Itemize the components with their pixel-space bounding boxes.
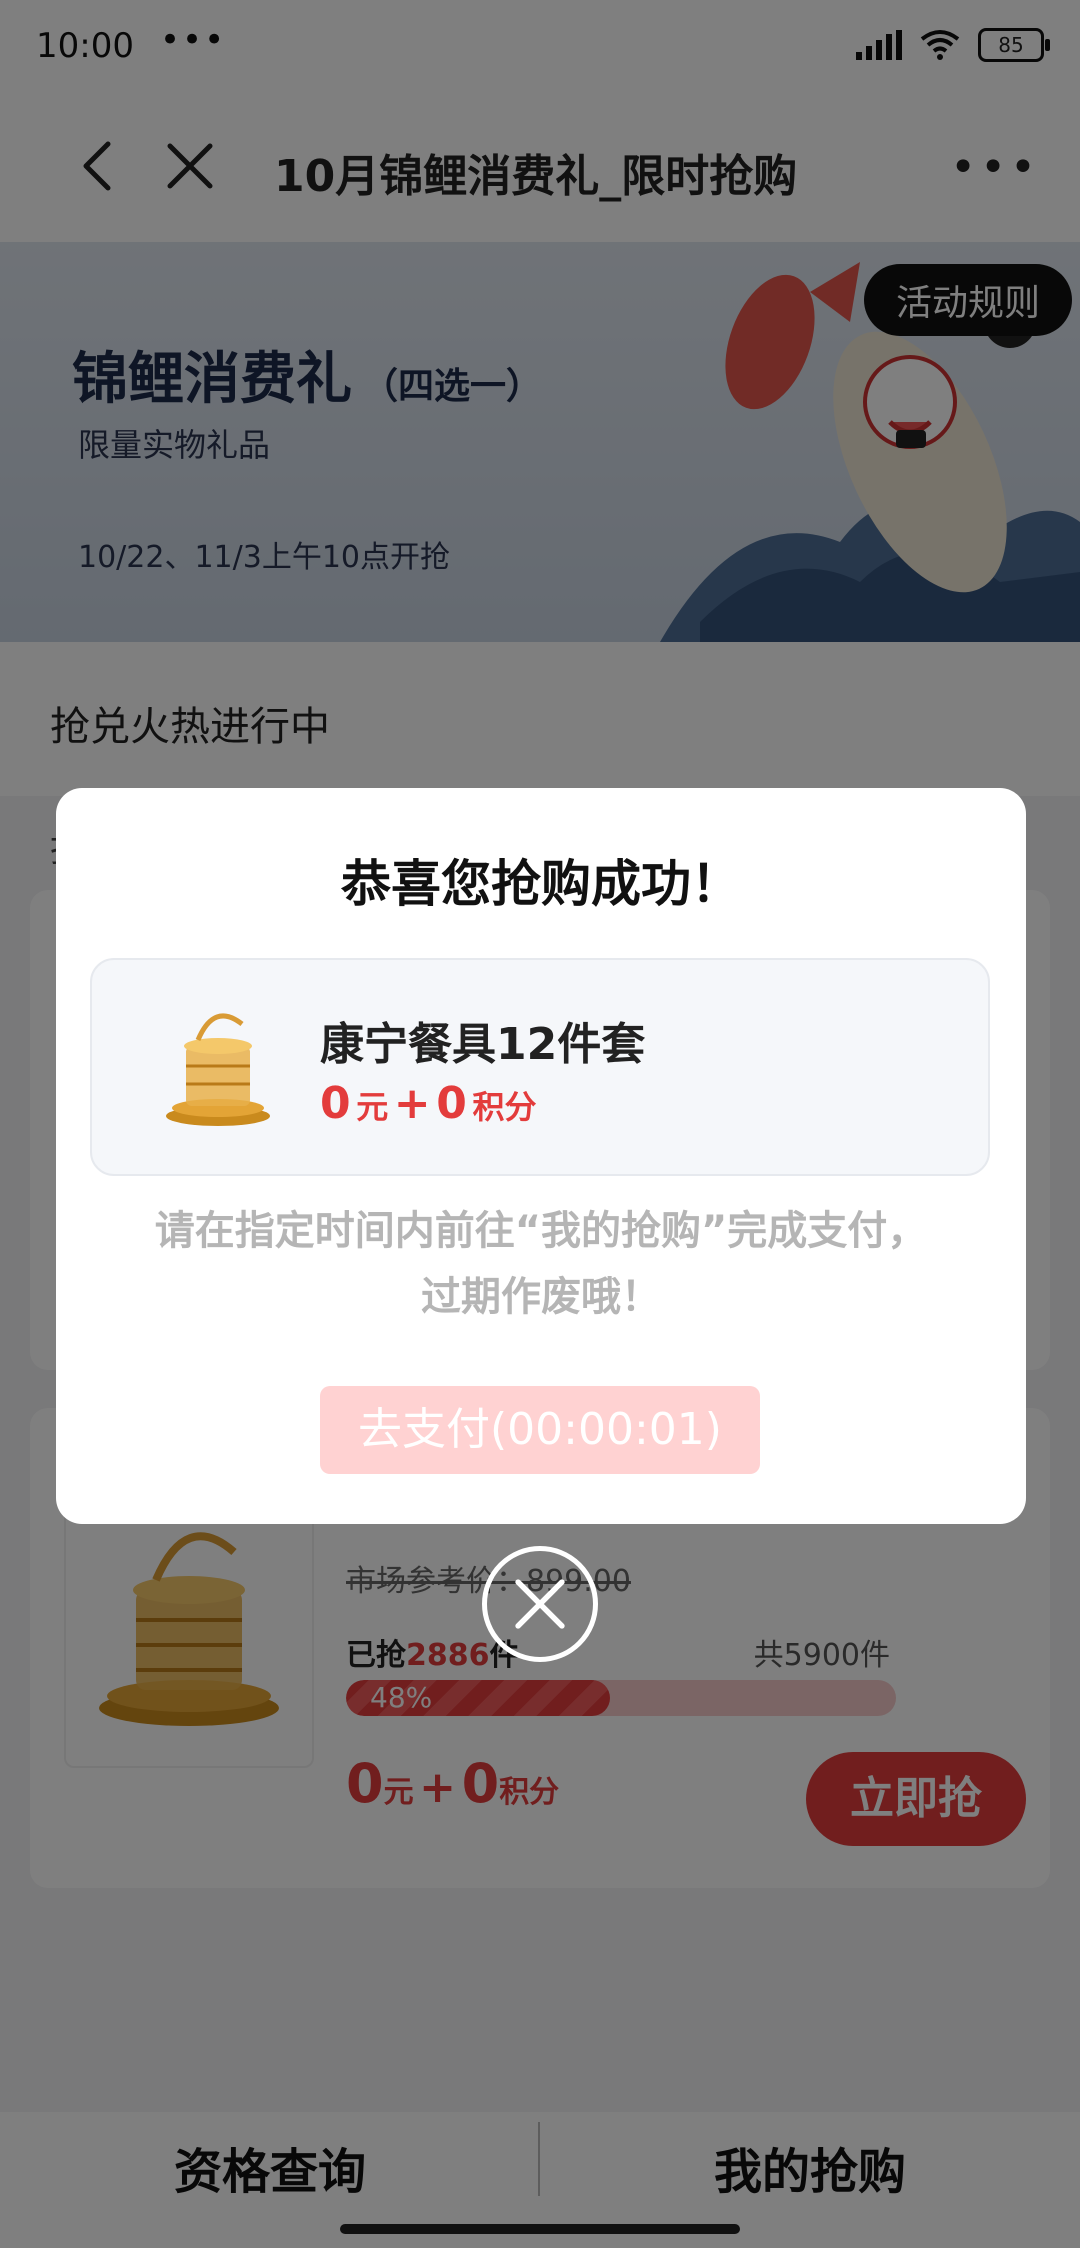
- dialog-title: 恭喜您抢购成功！: [341, 855, 741, 913]
- item-price-points: 0: [436, 1078, 467, 1129]
- payment-note-line2: 过期作废哦！: [421, 1274, 661, 1320]
- item-price-points-unit: 积分: [472, 1088, 537, 1126]
- purchased-item: 康宁餐具12件套 0 元 + 0 积分: [90, 958, 990, 1176]
- payment-note: 请在指定时间内前往“我的抢购”完成支付， 过期作废哦！: [96, 1198, 986, 1330]
- item-name: 康宁餐具12件套: [320, 1019, 646, 1070]
- item-price-yuan-unit: 元: [356, 1088, 389, 1126]
- item-image: [166, 1013, 270, 1126]
- item-price: 0 元 + 0 积分: [320, 1078, 536, 1129]
- close-dialog-icon[interactable]: [482, 1546, 598, 1662]
- item-price-plus: +: [393, 1078, 431, 1129]
- payment-note-line1: 请在指定时间内前往“我的抢购”完成支付，: [154, 1208, 928, 1254]
- success-dialog: 恭喜您抢购成功！ 康宁餐具12件套 0 元 + 0 积分 请在指定时间内前往“我…: [56, 788, 1026, 1524]
- home-indicator[interactable]: [340, 2224, 740, 2234]
- item-price-yuan: 0: [320, 1078, 351, 1129]
- go-pay-button[interactable]: 去支付(00:00:01): [320, 1386, 760, 1474]
